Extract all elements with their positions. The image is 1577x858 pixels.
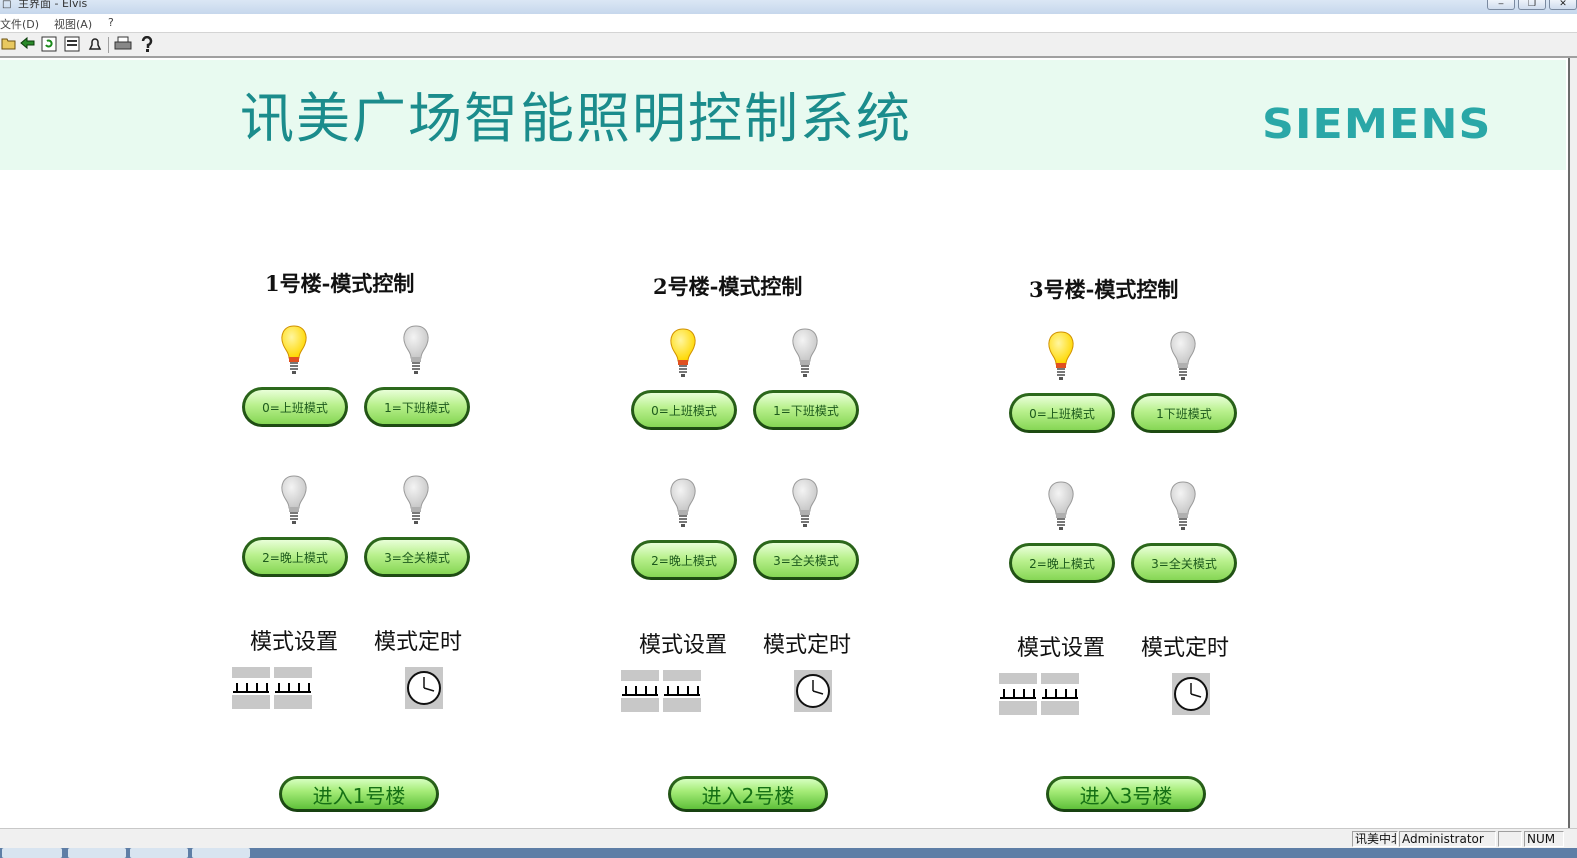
mode-button-label: 3=全关模式 [367, 540, 467, 574]
mode-button[interactable]: 1下班模式 [1131, 393, 1237, 433]
mode-button-label: 2=晚上模式 [634, 543, 734, 577]
mode-setting-switch[interactable] [621, 670, 703, 712]
taskbar-item[interactable] [192, 848, 250, 858]
taskbar-item[interactable] [130, 848, 188, 858]
mode-button[interactable]: 1=下班模式 [364, 387, 470, 427]
mode-lamp-1-2 [279, 474, 309, 526]
toolbar [0, 32, 1577, 58]
status-blank [1498, 831, 1522, 847]
mode-button[interactable]: 3=全关模式 [753, 540, 859, 580]
mode-lamp-3-0 [1046, 330, 1076, 382]
help-icon[interactable] [138, 35, 156, 54]
enter-building-label: 进入1号楼 [282, 779, 436, 809]
report-icon[interactable] [63, 36, 81, 54]
clock-icon[interactable] [1172, 673, 1210, 715]
mode-setting-switch[interactable] [232, 667, 314, 709]
restore-button[interactable]: ❐ [1518, 0, 1546, 10]
mode-button[interactable]: 2=晚上模式 [631, 540, 737, 580]
clock-icon[interactable] [794, 670, 832, 712]
mode-setting-label: 模式设置 [1017, 636, 1106, 661]
document-icon: □ [2, 0, 12, 10]
enter-building-label: 进入2号楼 [671, 779, 825, 809]
status-user: Administrator [1399, 831, 1496, 847]
page-title: 讯美广场智能照明控制系统 [240, 87, 912, 150]
mode-button-label: 0=上班模式 [1012, 396, 1112, 430]
mode-button[interactable]: 0=上班模式 [631, 390, 737, 430]
menu-view[interactable]: 视图(A) [54, 16, 92, 32]
mode-button[interactable]: 2=晚上模式 [242, 537, 348, 577]
menu-file[interactable]: 文件(D) [0, 16, 39, 32]
mode-button[interactable]: 3=全关模式 [1131, 543, 1237, 583]
window-title: 主界面 - Elvis [18, 0, 88, 10]
mode-lamp-2-3 [790, 477, 820, 529]
toolbar-separator [108, 37, 109, 53]
mode-lamp-1-1 [401, 324, 431, 376]
mode-setting-label: 模式设置 [250, 630, 339, 655]
enter-building-button[interactable]: 进入2号楼 [668, 776, 828, 812]
print-icon[interactable] [114, 36, 132, 54]
mode-button[interactable]: 2=晚上模式 [1009, 543, 1115, 583]
mode-lamp-3-2 [1046, 480, 1076, 532]
enter-building-button[interactable]: 进入3号楼 [1046, 776, 1206, 812]
mode-lamp-1-0 [279, 324, 309, 376]
alarm-bell-icon[interactable] [86, 36, 104, 54]
minimize-button[interactable]: ‒ [1487, 0, 1515, 10]
mode-timer-label: 模式定时 [763, 633, 852, 658]
status-bar: 讯美中北 Administrator NUM [0, 828, 1577, 848]
status-num: NUM [1524, 831, 1564, 847]
taskbar-item[interactable] [68, 848, 126, 858]
mode-setting-switch[interactable] [999, 673, 1081, 715]
mode-button[interactable]: 0=上班模式 [1009, 393, 1115, 433]
mode-lamp-2-0 [668, 327, 698, 379]
taskbar-item[interactable] [2, 848, 62, 858]
mode-button-label: 1下班模式 [1134, 396, 1234, 430]
mode-button[interactable]: 3=全关模式 [364, 537, 470, 577]
menu-bar: 文件(D) 视图(A) ? [0, 14, 1577, 32]
taskbar [0, 848, 1577, 858]
mode-button-label: 2=晚上模式 [1012, 546, 1112, 580]
menu-help[interactable]: ? [108, 16, 114, 29]
close-button[interactable]: ✕ [1549, 0, 1577, 10]
open-folder-icon[interactable] [0, 36, 18, 54]
building-1-title: 1号楼-模式控制 [265, 271, 415, 296]
refresh-icon[interactable] [40, 36, 58, 54]
mode-timer-label: 模式定时 [374, 630, 463, 655]
clock-icon[interactable] [405, 667, 443, 709]
mode-button[interactable]: 0=上班模式 [242, 387, 348, 427]
mode-button-label: 0=上班模式 [634, 393, 734, 427]
mode-button-label: 2=晚上模式 [245, 540, 345, 574]
mode-button[interactable]: 1=下班模式 [753, 390, 859, 430]
building-2-title: 2号楼-模式控制 [653, 274, 803, 299]
mode-lamp-2-1 [790, 327, 820, 379]
mode-setting-label: 模式设置 [639, 633, 728, 658]
mode-button-label: 3=全关模式 [1134, 546, 1234, 580]
enter-building-label: 进入3号楼 [1049, 779, 1203, 809]
mode-timer-label: 模式定时 [1141, 636, 1230, 661]
title-bar: □ 主界面 - Elvis ‒ ❐ ✕ [0, 0, 1577, 14]
mode-lamp-3-1 [1168, 330, 1198, 382]
brand-logo: SIEMENS [1262, 100, 1492, 148]
mode-lamp-1-3 [401, 474, 431, 526]
header-banner: 讯美广场智能照明控制系统 SIEMENS [0, 60, 1566, 170]
building-3-title: 3号楼-模式控制 [1029, 277, 1179, 302]
mode-lamp-2-2 [668, 477, 698, 529]
status-project: 讯美中北 [1352, 831, 1398, 847]
mode-lamp-3-3 [1168, 480, 1198, 532]
mode-button-label: 1=下班模式 [367, 390, 467, 424]
mode-button-label: 3=全关模式 [756, 543, 856, 577]
enter-building-button[interactable]: 进入1号楼 [279, 776, 439, 812]
vertical-scroll-edge[interactable] [1568, 58, 1577, 828]
mode-button-label: 1=下班模式 [756, 393, 856, 427]
back-arrow-icon[interactable] [18, 36, 36, 54]
mode-button-label: 0=上班模式 [245, 390, 345, 424]
